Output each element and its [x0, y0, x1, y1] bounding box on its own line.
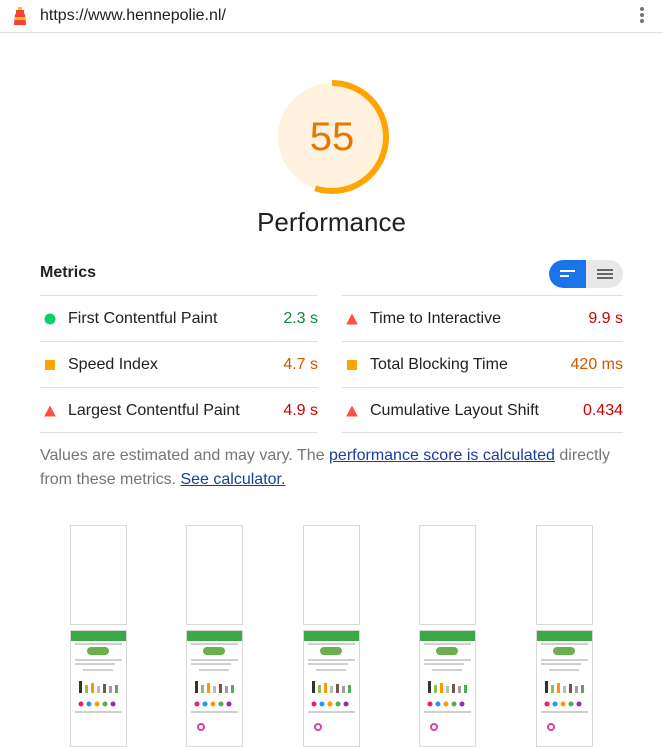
metrics-column-left: First Contentful Paint 2.3 s Speed Index…	[40, 295, 318, 433]
average-square-icon	[45, 360, 55, 370]
url-bar: https://www.hennepolie.nl/	[0, 0, 663, 33]
filmstrip-frame	[536, 525, 593, 747]
page-thumbnail	[536, 630, 593, 747]
fail-triangle-icon	[346, 313, 358, 325]
metric-row: Cumulative Layout Shift 0.434	[342, 387, 623, 433]
compact-list-icon	[560, 270, 575, 277]
metric-label: Speed Index	[68, 356, 158, 373]
expanded-list-icon	[597, 269, 613, 279]
filmstrip-frame	[303, 525, 360, 747]
filmstrip-frame	[419, 525, 476, 747]
metric-value: 4.9 s	[283, 402, 318, 419]
fail-triangle-icon	[346, 405, 358, 417]
metric-row: First Contentful Paint 2.3 s	[40, 295, 318, 341]
metric-value: 9.9 s	[588, 310, 623, 327]
metric-label: First Contentful Paint	[68, 310, 218, 327]
average-square-icon	[347, 360, 357, 370]
metric-label: Total Blocking Time	[370, 356, 508, 373]
fail-triangle-icon	[44, 405, 56, 417]
score-calculated-link[interactable]: performance score is calculated	[329, 447, 555, 464]
expanded-view-button[interactable]	[586, 260, 623, 288]
page-thumbnail	[186, 630, 243, 747]
metrics-column-right: Time to Interactive 9.9 s Total Blocking…	[342, 295, 623, 433]
note-text: Values are estimated and may vary. The	[40, 447, 330, 464]
metric-value: 4.7 s	[283, 356, 318, 373]
lighthouse-icon	[14, 7, 26, 25]
metrics-note: Values are estimated and may vary. The p…	[40, 444, 630, 492]
blank-frame	[419, 525, 476, 625]
metric-value: 0.434	[582, 402, 623, 419]
compact-view-button[interactable]	[549, 260, 586, 288]
metric-value: 420 ms	[570, 356, 623, 373]
metric-value: 2.3 s	[283, 310, 318, 327]
blank-frame	[303, 525, 360, 625]
metrics-header: Metrics	[40, 264, 97, 281]
metric-row: Total Blocking Time 420 ms	[342, 341, 623, 387]
performance-score: 55	[309, 115, 355, 159]
page-thumbnail	[419, 630, 476, 747]
filmstrip-frame	[70, 525, 127, 747]
page-url: https://www.hennepolie.nl/	[40, 7, 226, 24]
metrics-view-toggle[interactable]	[549, 260, 623, 288]
metric-label: Cumulative Layout Shift	[370, 402, 539, 419]
metric-label: Time to Interactive	[370, 310, 502, 327]
pass-circle-icon	[44, 313, 56, 325]
blank-frame	[186, 525, 243, 625]
metric-row: Time to Interactive 9.9 s	[342, 295, 623, 341]
page-thumbnail	[70, 630, 127, 747]
blank-frame	[70, 525, 127, 625]
category-title: Performance	[257, 207, 406, 237]
filmstrip-frame	[186, 525, 243, 747]
metric-row: Largest Contentful Paint 4.9 s	[40, 387, 318, 433]
see-calculator-link[interactable]: See calculator.	[180, 471, 285, 488]
more-vert-icon[interactable]	[639, 7, 645, 25]
metric-row: Speed Index 4.7 s	[40, 341, 318, 387]
page-thumbnail	[303, 630, 360, 747]
metric-label: Largest Contentful Paint	[68, 402, 240, 419]
blank-frame	[536, 525, 593, 625]
